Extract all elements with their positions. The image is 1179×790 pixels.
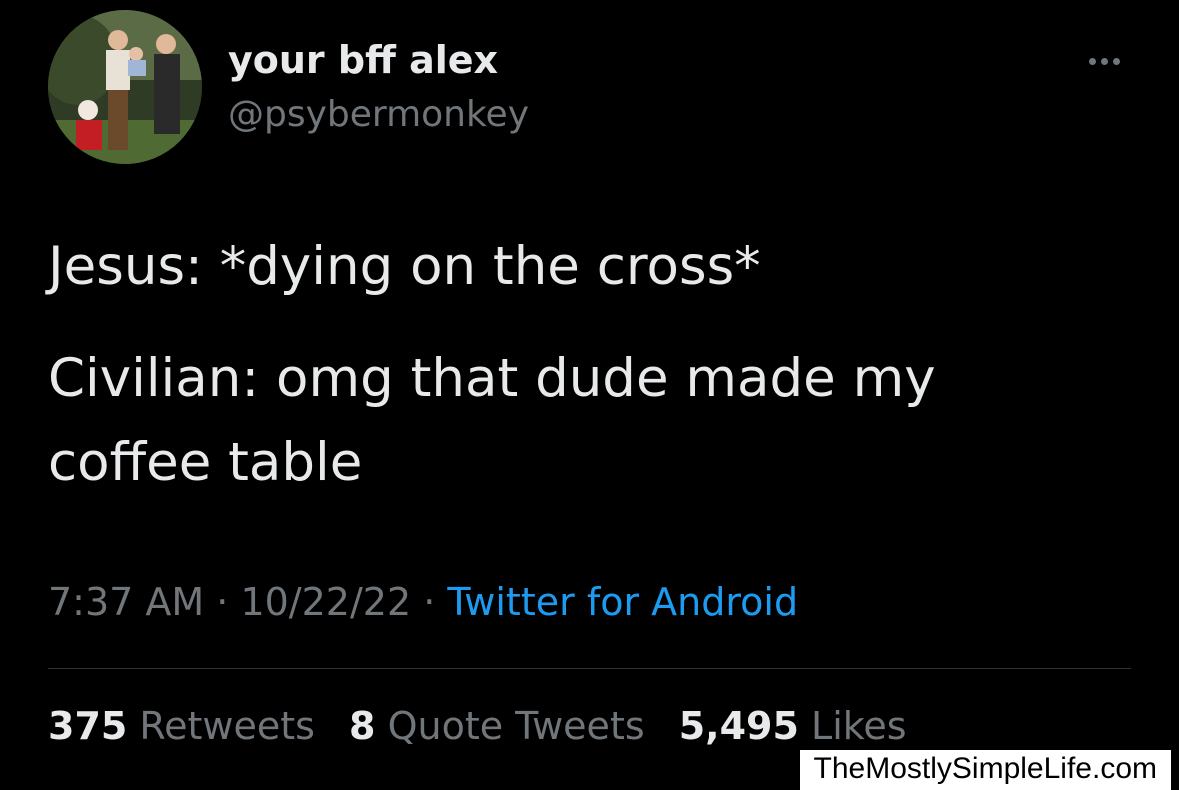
likes-label: Likes [811, 704, 907, 748]
likes-count: 5,495 [678, 704, 799, 748]
likes-stat[interactable]: 5,495 Likes [679, 704, 907, 748]
avatar[interactable] [48, 10, 202, 164]
watermark: TheMostlySimpleLife.com [799, 750, 1171, 790]
avatar-photo [48, 10, 202, 164]
user-handle[interactable]: @psybermonkey [228, 94, 529, 135]
display-name[interactable]: your bff alex [228, 38, 498, 82]
more-options-icon [1088, 57, 1096, 65]
tweet-date[interactable]: 10/22/22 [240, 580, 411, 624]
tweet-source-link[interactable]: Twitter for Android [447, 580, 798, 624]
meta-separator: · [204, 580, 241, 624]
quote-tweets-label: Quote Tweets [387, 704, 645, 748]
retweets-stat[interactable]: 375 Retweets [48, 704, 315, 748]
quote-tweets-stat[interactable]: 8 Quote Tweets [349, 704, 645, 748]
more-options-button[interactable] [1078, 46, 1130, 76]
tweet-text-line: Jesus: *dying on the cross* [48, 236, 761, 297]
tweet-meta: 7:37 AM · 10/22/22 · Twitter for Android [48, 580, 798, 624]
more-options-icon [1100, 57, 1108, 65]
tweet-text-line: coffee table [48, 432, 363, 493]
tweet-time[interactable]: 7:37 AM [48, 580, 204, 624]
meta-separator: · [411, 580, 448, 624]
retweets-count: 375 [48, 704, 128, 748]
more-options-icon [1112, 57, 1120, 65]
quote-tweets-count: 8 [349, 704, 376, 748]
divider [48, 668, 1131, 669]
tweet-text-line: Civilian: omg that dude made my [48, 348, 936, 409]
retweets-label: Retweets [139, 704, 315, 748]
tweet-stats: 375 Retweets 8 Quote Tweets 5,495 Likes [48, 704, 929, 748]
